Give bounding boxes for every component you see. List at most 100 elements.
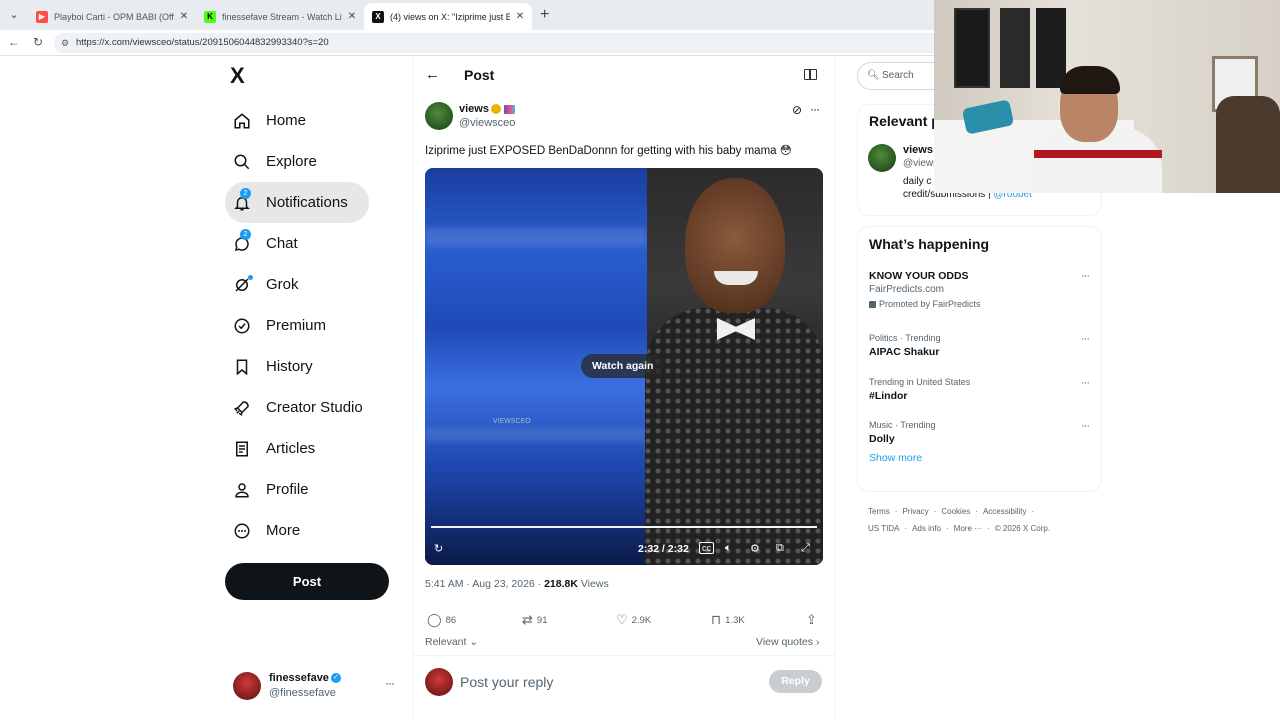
watch-again-button[interactable]: Watch again bbox=[581, 354, 665, 378]
share-action[interactable]: ⇪ bbox=[806, 612, 821, 628]
captions-icon[interactable]: cc bbox=[699, 542, 714, 554]
reply-button[interactable]: Reply bbox=[769, 670, 822, 693]
post-button[interactable]: Post bbox=[225, 563, 389, 600]
kick-favicon-icon: K bbox=[204, 10, 216, 23]
sidebar-item-label: Chat bbox=[266, 235, 298, 252]
fullscreen-icon[interactable]: ⤢ bbox=[801, 542, 810, 555]
tab-search-chevron-icon[interactable]: ⌄ bbox=[6, 7, 22, 23]
notification-count-badge: 2 bbox=[240, 188, 251, 199]
reply-sort-dropdown[interactable]: Relevant ⌄ bbox=[425, 636, 478, 648]
sidebar-item-grok[interactable]: Grok bbox=[225, 264, 405, 305]
back-arrow-icon[interactable]: ← bbox=[425, 66, 440, 83]
sidebar-item-history[interactable]: History bbox=[225, 346, 405, 387]
sidebar-item-home[interactable]: Home bbox=[225, 100, 405, 141]
more-horizontal-icon[interactable]: ··· bbox=[1081, 270, 1090, 282]
sidebar-item-premium[interactable]: Premium bbox=[225, 305, 405, 346]
footer-separator: · bbox=[946, 524, 949, 533]
footer-link-cookies[interactable]: Cookies bbox=[941, 507, 970, 516]
promoted-icon bbox=[869, 301, 876, 309]
chat-count-badge: 2 bbox=[240, 229, 251, 240]
more-circle-icon bbox=[233, 522, 251, 540]
footer-link-ads-info[interactable]: Ads info bbox=[912, 524, 941, 533]
sidebar-item-notifications[interactable]: 2 Notifications bbox=[225, 182, 369, 223]
x-favicon-icon: X bbox=[372, 10, 384, 23]
browser-tab-kick[interactable]: K finessefave Stream - Watch Live o ✕ bbox=[196, 3, 364, 30]
articles-icon bbox=[233, 440, 251, 458]
view-quotes-label: View quotes bbox=[756, 636, 814, 648]
pip-icon[interactable]: ⧉ bbox=[776, 542, 784, 555]
more-horizontal-icon[interactable]: ··· bbox=[385, 676, 395, 690]
streamer-shirt-stripe bbox=[1034, 150, 1162, 158]
video-progress-bar[interactable] bbox=[431, 526, 817, 528]
sidebar-item-creator-studio[interactable]: Creator Studio bbox=[225, 387, 405, 428]
tab-title: (4) views on X: "Iziprime just EXPO bbox=[390, 11, 510, 22]
profile-icon bbox=[233, 481, 251, 499]
url-field[interactable]: ⚙ https://x.com/viewsceo/status/20915060… bbox=[54, 33, 944, 53]
more-horizontal-icon[interactable]: ··· bbox=[1081, 420, 1090, 432]
youtube-favicon-icon: ▶ bbox=[36, 10, 48, 23]
reply-input[interactable]: Post your reply bbox=[460, 674, 553, 690]
sidebar-item-articles[interactable]: Articles bbox=[225, 428, 405, 469]
trend-item[interactable]: Politics · Trending AIPAC Shakur ··· bbox=[869, 333, 1094, 358]
sidebar-item-more[interactable]: More bbox=[225, 510, 405, 551]
reader-mode-icon[interactable] bbox=[804, 69, 817, 80]
video-player[interactable]: VIEWSCEO Watch again ↻ 2:32 / 2:32 cc 🔈︎… bbox=[425, 168, 823, 565]
footer-separator: · bbox=[894, 507, 898, 516]
trend-subtitle: FairPredicts.com bbox=[869, 284, 945, 295]
site-info-icon[interactable]: ⚙ bbox=[61, 33, 69, 53]
account-switcher[interactable]: finessefave ✓ @finessefave ··· bbox=[233, 670, 403, 702]
more-horizontal-icon[interactable]: ··· bbox=[810, 102, 820, 116]
home-icon bbox=[233, 112, 251, 130]
author-avatar[interactable] bbox=[425, 102, 453, 130]
author-name[interactable]: views bbox=[459, 103, 489, 115]
trend-title: AIPAC Shakur bbox=[869, 346, 940, 358]
reply-action[interactable]: ◯ 86 bbox=[427, 612, 456, 628]
trend-item[interactable]: Music · Trending Dolly ··· bbox=[869, 420, 1094, 445]
like-action[interactable]: ♡ 2.9K bbox=[616, 612, 651, 628]
footer-copyright: © 2026 X Corp. bbox=[994, 524, 1051, 533]
view-quotes-link[interactable]: View quotes › bbox=[756, 636, 819, 648]
sidebar-item-chat[interactable]: 2 Chat bbox=[225, 223, 405, 264]
footer-links: US TIDA · Ads info · More ··· · © 2026 X Corp. bbox=[868, 524, 1055, 533]
author-name-row[interactable]: views bbox=[459, 103, 515, 115]
volume-icon[interactable]: 🔈︎ bbox=[725, 542, 732, 555]
sidebar-item-profile[interactable]: Profile bbox=[225, 469, 405, 510]
reload-icon[interactable]: ↻ bbox=[33, 35, 43, 49]
settings-gear-icon[interactable]: ⚙ bbox=[750, 542, 760, 555]
bookmark-action[interactable]: ⊓ 1.3K bbox=[711, 612, 745, 628]
footer-link-terms[interactable]: Terms bbox=[868, 507, 890, 516]
repost-action[interactable]: ⇄ 91 bbox=[522, 612, 547, 628]
show-more-link[interactable]: Show more bbox=[869, 452, 922, 464]
new-tab-plus-icon[interactable]: + bbox=[540, 6, 549, 24]
author-handle[interactable]: @viewsceo bbox=[459, 117, 515, 129]
footer-link-privacy[interactable]: Privacy bbox=[902, 507, 928, 516]
streamer-hair bbox=[1060, 66, 1120, 94]
close-tab-icon[interactable]: ✕ bbox=[514, 11, 526, 22]
close-tab-icon[interactable]: ✕ bbox=[178, 11, 190, 22]
bookmark-icon bbox=[233, 358, 251, 376]
trend-item[interactable]: KNOW YOUR ODDS FairPredicts.com Promoted… bbox=[869, 270, 1094, 309]
grok-explain-icon[interactable]: ⊘ bbox=[792, 103, 802, 117]
avatar[interactable] bbox=[868, 144, 896, 172]
footer-link-accessibility[interactable]: Accessibility bbox=[983, 507, 1027, 516]
browser-tab-youtube[interactable]: ▶ Playboi Carti - OPM BABI (Official ✕ bbox=[28, 3, 196, 30]
browser-tab-x-active[interactable]: X (4) views on X: "Iziprime just EXPO ✕ bbox=[364, 3, 532, 30]
more-horizontal-icon[interactable]: ··· bbox=[1081, 377, 1090, 389]
x-logo[interactable]: X bbox=[230, 63, 245, 89]
video-frame-right bbox=[645, 168, 823, 565]
sidebar-nav: Home Explore 2 Notifications 2 Chat Grok… bbox=[225, 100, 405, 551]
post-timestamp[interactable]: 5:41 AM · Aug 23, 2026 · bbox=[425, 578, 544, 590]
footer-link-tida[interactable]: US TIDA bbox=[868, 524, 899, 533]
page-title: Post bbox=[464, 67, 495, 83]
whats-happening-panel: What’s happening KNOW YOUR ODDS FairPred… bbox=[857, 226, 1102, 492]
close-tab-icon[interactable]: ✕ bbox=[346, 11, 358, 22]
trend-item[interactable]: Trending in United States #Lindor ··· bbox=[869, 377, 1094, 402]
replay-icon[interactable]: ↻ bbox=[434, 542, 443, 555]
more-horizontal-icon[interactable]: ··· bbox=[1081, 333, 1090, 345]
url-text: https://x.com/viewsceo/status/2091506044… bbox=[76, 37, 329, 48]
back-arrow-icon[interactable]: ← bbox=[8, 35, 20, 49]
account-handle: @finessefave bbox=[269, 687, 336, 699]
relevant-person-name[interactable]: views bbox=[903, 144, 933, 156]
sidebar-item-explore[interactable]: Explore bbox=[225, 141, 405, 182]
footer-link-more[interactable]: More ··· bbox=[954, 524, 982, 533]
